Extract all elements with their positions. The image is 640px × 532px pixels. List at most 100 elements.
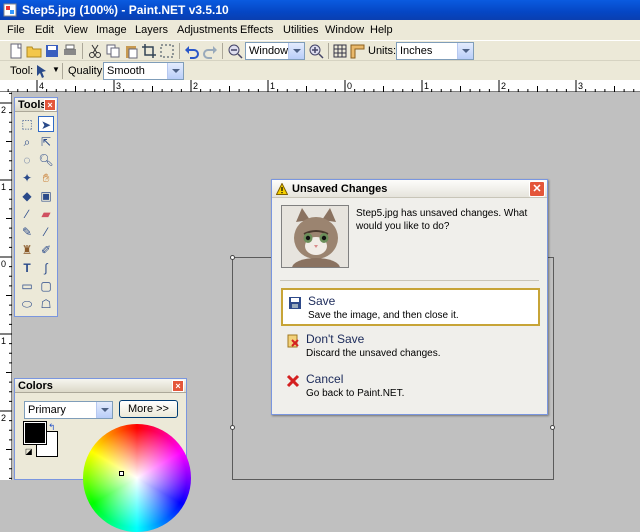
rectangle-select-tool-icon[interactable]: ⬚ bbox=[19, 116, 35, 132]
primary-color-swatch[interactable] bbox=[23, 421, 47, 445]
close-icon[interactable]: × bbox=[172, 380, 184, 392]
tools-panel-title: Tools bbox=[18, 99, 47, 111]
menu-window[interactable]: Window bbox=[325, 24, 364, 36]
colors-panel-titlebar[interactable]: Colors × bbox=[15, 379, 186, 393]
more-colors-button[interactable]: More >> bbox=[119, 400, 178, 418]
vertical-ruler: 2 1 0 1 2 bbox=[0, 92, 12, 480]
tool-dropdown-arrow-icon[interactable]: ▼ bbox=[52, 65, 60, 74]
tool-label: Tool: bbox=[10, 65, 34, 77]
eraser-tool-icon[interactable]: ▰ bbox=[38, 206, 54, 222]
cut-icon[interactable] bbox=[87, 43, 103, 59]
print-icon[interactable] bbox=[62, 43, 78, 59]
menu-effects[interactable]: Effects bbox=[240, 24, 273, 36]
reset-colors-icon[interactable]: ◪ bbox=[25, 447, 33, 456]
menu-adjustments[interactable]: Adjustments bbox=[177, 24, 238, 36]
units-value: Inches bbox=[400, 45, 433, 57]
swap-colors-icon[interactable]: ↰ bbox=[48, 422, 56, 433]
quality-combobox[interactable]: Smooth bbox=[103, 62, 184, 80]
dialog-title: Unsaved Changes bbox=[292, 183, 388, 195]
resize-handle[interactable] bbox=[230, 255, 235, 260]
dialog-divider bbox=[280, 280, 539, 281]
zoom-combobox[interactable]: Window bbox=[245, 42, 305, 60]
ruler-label: 3 bbox=[116, 81, 121, 91]
pan-tool-icon[interactable]: ✋︎ bbox=[38, 170, 54, 186]
tools-panel: Tools × ⬚ ➤ ⌕ ⇱ ◌ 🔍︎ ✦ ✋︎ ◆ ▣ ∕ ▰ ✎ ⁄ ♜ … bbox=[14, 97, 58, 317]
menu-utilities[interactable]: Utilities bbox=[283, 24, 318, 36]
undo-icon[interactable] bbox=[184, 43, 200, 59]
menu-layers[interactable]: Layers bbox=[135, 24, 168, 36]
new-file-icon[interactable] bbox=[8, 43, 24, 59]
dont-save-option-description: Discard the unsaved changes. bbox=[306, 348, 441, 359]
rounded-rectangle-tool-icon[interactable]: ▢ bbox=[38, 278, 54, 294]
open-folder-icon[interactable] bbox=[26, 43, 42, 59]
save-icon[interactable] bbox=[44, 43, 60, 59]
dialog-titlebar[interactable]: Unsaved Changes ✕ bbox=[272, 180, 547, 198]
chevron-down-icon[interactable] bbox=[167, 63, 183, 79]
zoom-value: Window bbox=[249, 45, 289, 57]
paste-icon[interactable] bbox=[123, 43, 139, 59]
resize-handle[interactable] bbox=[230, 425, 235, 430]
quality-value: Smooth bbox=[107, 65, 145, 77]
freeform-shape-tool-icon[interactable]: ☖ bbox=[38, 296, 54, 312]
magic-wand-tool-icon[interactable]: ✦ bbox=[19, 170, 35, 186]
menu-view[interactable]: View bbox=[64, 24, 88, 36]
color-wheel[interactable] bbox=[83, 424, 191, 532]
color-mode-combobox[interactable]: Primary bbox=[24, 401, 113, 419]
copy-icon[interactable] bbox=[105, 43, 121, 59]
chevron-down-icon[interactable] bbox=[457, 43, 473, 59]
image-thumbnail bbox=[281, 205, 349, 268]
ruler-label: 3 bbox=[578, 81, 583, 91]
resize-handle[interactable] bbox=[550, 425, 555, 430]
redo-icon[interactable] bbox=[202, 43, 218, 59]
quality-label: Quality: bbox=[68, 65, 106, 77]
text-tool-icon[interactable]: T bbox=[19, 260, 35, 276]
menu-edit[interactable]: Edit bbox=[35, 24, 54, 36]
recolor-tool-icon[interactable]: ✐ bbox=[38, 242, 54, 258]
move-selection-tool-icon[interactable]: ⇱ bbox=[38, 134, 54, 150]
units-label: Units: bbox=[368, 45, 397, 57]
units-combobox[interactable]: Inches bbox=[396, 42, 474, 60]
rectangle-tool-icon[interactable]: ▭ bbox=[19, 278, 35, 294]
kitten-thumbnail-image bbox=[282, 206, 348, 267]
ellipse-tool-icon[interactable]: ⬭ bbox=[19, 296, 35, 312]
menu-file[interactable]: File bbox=[7, 24, 25, 36]
menu-help[interactable]: Help bbox=[370, 24, 393, 36]
paint-bucket-tool-icon[interactable]: ◆ bbox=[19, 188, 35, 204]
line-curve-tool-icon[interactable]: ∫ bbox=[38, 260, 54, 276]
chevron-down-icon[interactable] bbox=[288, 43, 304, 59]
pencil-tool-icon[interactable]: ✎ bbox=[19, 224, 35, 240]
ruler-label: 1 bbox=[270, 81, 275, 91]
color-picker-tool-icon[interactable]: ⁄ bbox=[38, 224, 54, 240]
deselect-icon[interactable] bbox=[159, 43, 175, 59]
ellipse-select-tool-icon[interactable]: ◌ bbox=[19, 152, 35, 168]
crop-icon[interactable] bbox=[141, 43, 157, 59]
title-bar: Step5.jpg (100%) - Paint.NET v3.5.10 bbox=[0, 0, 640, 20]
grid-icon[interactable] bbox=[332, 43, 348, 59]
save-option-button[interactable]: Save Save the image, and then close it. bbox=[281, 288, 540, 326]
zoom-in-icon[interactable] bbox=[308, 43, 324, 59]
chevron-down-icon[interactable] bbox=[96, 402, 112, 418]
unsaved-changes-dialog: Unsaved Changes ✕ Step5.jpg has unsaved … bbox=[271, 179, 548, 415]
gradient-tool-icon[interactable]: ▣ bbox=[38, 188, 54, 204]
ruler-label: 2 bbox=[501, 81, 506, 91]
floppy-disk-icon bbox=[289, 297, 301, 309]
close-icon[interactable]: ✕ bbox=[529, 181, 545, 197]
lasso-select-tool-icon[interactable]: ⌕ bbox=[19, 134, 35, 150]
menu-image[interactable]: Image bbox=[96, 24, 127, 36]
color-wheel-cursor[interactable] bbox=[119, 471, 124, 476]
clone-stamp-tool-icon[interactable]: ♜ bbox=[19, 242, 35, 258]
ruler-label: 4 bbox=[39, 81, 44, 91]
toolbar-separator bbox=[62, 63, 63, 79]
cancel-option-button[interactable]: Cancel Go back to Paint.NET. bbox=[281, 368, 540, 406]
zoom-out-icon[interactable] bbox=[227, 43, 243, 59]
move-selection-tool-icon[interactable] bbox=[34, 63, 50, 79]
paintbrush-tool-icon[interactable]: ∕ bbox=[19, 206, 35, 222]
dont-save-option-button[interactable]: Don't Save Discard the unsaved changes. bbox=[281, 328, 540, 366]
tools-panel-titlebar[interactable]: Tools × bbox=[15, 98, 57, 112]
main-toolbar: Window Units: Inches bbox=[0, 40, 640, 60]
move-selected-pixels-tool-icon[interactable]: ➤ bbox=[38, 116, 54, 132]
zoom-tool-icon[interactable]: 🔍︎ bbox=[38, 152, 54, 168]
rulers-icon[interactable] bbox=[349, 43, 365, 59]
tool-options-toolbar: Tool: ▼ Quality: Smooth bbox=[0, 60, 640, 80]
close-icon[interactable]: × bbox=[44, 99, 56, 111]
